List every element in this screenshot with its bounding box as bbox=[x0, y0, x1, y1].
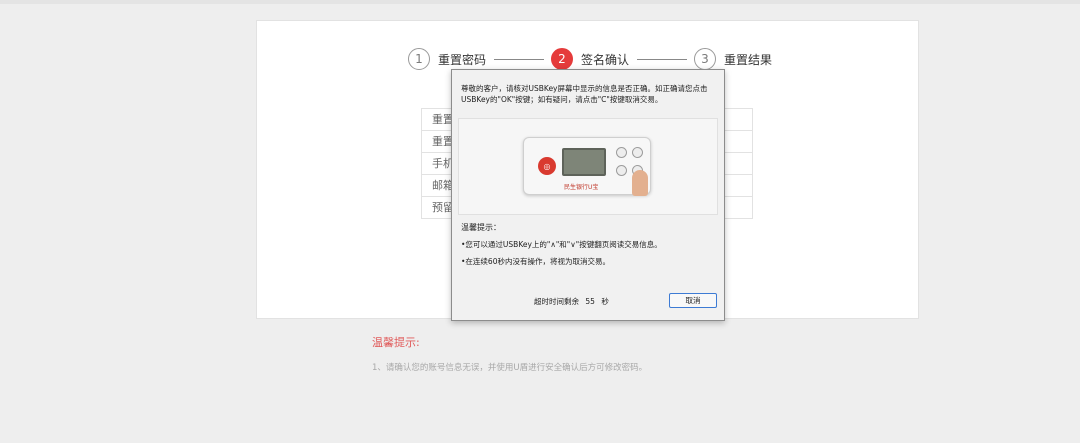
step-label: 重置密码 bbox=[438, 52, 487, 67]
step-connector bbox=[494, 59, 544, 60]
finger-icon bbox=[632, 170, 648, 196]
step-connector bbox=[637, 59, 687, 60]
dialog-message: 尊敬的客户，请核对USBKey屏幕中显示的信息是否正确。如正确请您点击USBKe… bbox=[461, 84, 708, 104]
warm-tips-title: 温馨提示: bbox=[372, 336, 420, 349]
dialog-tip: •您可以通过USBKey上的"∧"和"∨"按键翻页阅读交易信息。 bbox=[461, 240, 662, 249]
device-image-area: ◎ 民生银行U宝 bbox=[458, 118, 718, 215]
top-band bbox=[0, 0, 1080, 4]
bank-logo-icon: ◎ bbox=[538, 157, 556, 175]
device-button-icon bbox=[632, 147, 643, 158]
step-reset-password: 1 重置密码 bbox=[408, 47, 486, 71]
usbkey-confirm-dialog: 尊敬的客户，请核对USBKey屏幕中显示的信息是否正确。如正确请您点击USBKe… bbox=[451, 69, 725, 321]
countdown-unit: 秒 bbox=[601, 297, 609, 306]
usbkey-device-illustration: ◎ 民生银行U宝 bbox=[523, 137, 651, 196]
step-number: 2 bbox=[551, 48, 573, 70]
dialog-tip: •在连续60秒内没有操作，将视为取消交易。 bbox=[461, 257, 610, 266]
device-button-icon bbox=[616, 147, 627, 158]
step-reset-result: 3 重置结果 bbox=[694, 47, 772, 71]
device-button-icon bbox=[616, 165, 627, 176]
device-screen bbox=[562, 148, 606, 176]
device-brand-label: 民生银行U宝 bbox=[564, 184, 599, 191]
countdown-value: 55 bbox=[585, 297, 595, 306]
countdown-prefix: 超时时间剩余 bbox=[534, 297, 579, 306]
progress-steps: 1 重置密码 2 签名确认 3 重置结果 bbox=[408, 47, 808, 71]
warm-tip-item: 1、请确认您的账号信息无误，并使用U盾进行安全确认后方可修改密码。 bbox=[372, 363, 648, 373]
step-number: 3 bbox=[694, 48, 716, 70]
timeout-countdown: 超时时间剩余 55 秒 bbox=[534, 296, 609, 307]
step-signature-confirm: 2 签名确认 bbox=[551, 47, 629, 71]
step-label: 重置结果 bbox=[724, 52, 773, 67]
step-number: 1 bbox=[408, 48, 430, 70]
dialog-tips-title: 温馨提示： bbox=[461, 223, 501, 232]
cancel-button[interactable]: 取消 bbox=[669, 293, 717, 308]
step-label: 签名确认 bbox=[581, 52, 630, 67]
